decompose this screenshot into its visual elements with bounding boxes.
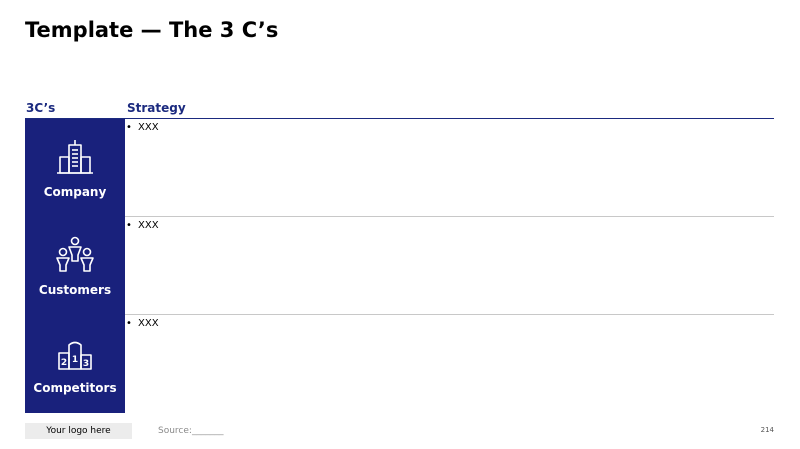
strategy-bullet: • XXX: [126, 318, 159, 329]
source-note: Source:_______: [158, 426, 224, 436]
office-building-icon: [57, 140, 93, 174]
row-label-panel: Company: [25, 119, 125, 217]
bullet-text: XXX: [138, 220, 159, 231]
row-label: Competitors: [33, 381, 117, 395]
row-label: Company: [43, 185, 107, 199]
bullet-text: XXX: [138, 318, 159, 329]
row-company: Company • XXX: [25, 119, 774, 217]
people-group-icon: [56, 236, 94, 272]
row-customers: Customers • XXX: [25, 217, 774, 315]
svg-text:3: 3: [83, 359, 89, 369]
page-number: 214: [760, 426, 774, 434]
column-header-strategy: Strategy: [127, 101, 186, 115]
strategy-bullet: • XXX: [126, 122, 159, 133]
column-header-3cs: 3C’s: [26, 101, 56, 115]
slide-title: Template — The 3 C’s: [25, 18, 279, 42]
bullet-text: XXX: [138, 122, 159, 133]
row-competitors: 1 2 3 Competitors • XXX: [25, 315, 774, 413]
slide: Template — The 3 C’s 3C’s Strategy Compa…: [0, 0, 800, 449]
row-label-panel: Customers: [25, 217, 125, 315]
svg-text:1: 1: [72, 355, 78, 365]
svg-text:2: 2: [61, 358, 67, 368]
row-label: Customers: [38, 283, 112, 297]
strategy-bullet: • XXX: [126, 220, 159, 231]
podium-ranking-icon: 1 2 3: [58, 341, 92, 370]
logo-placeholder: Your logo here: [25, 423, 132, 439]
row-label-panel: 1 2 3 Competitors: [25, 315, 125, 413]
